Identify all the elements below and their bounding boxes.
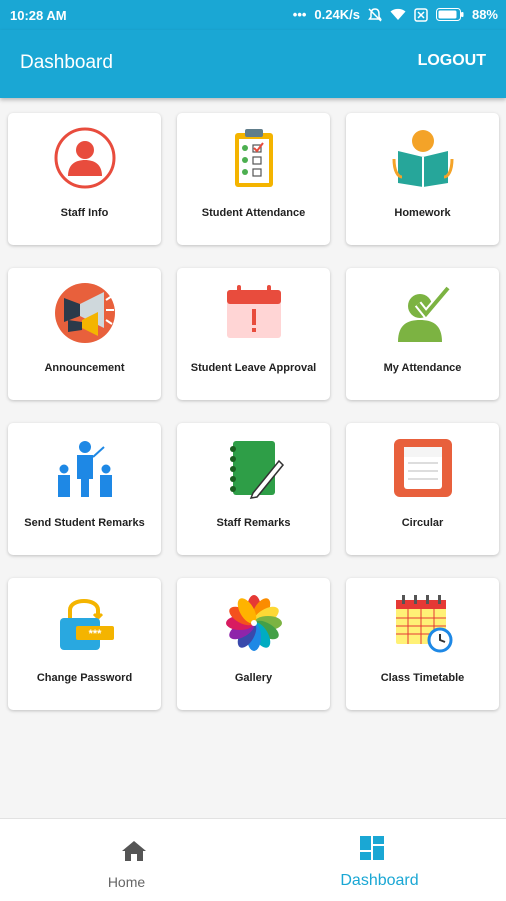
tile-student-leave-approval[interactable]: Student Leave Approval (177, 268, 330, 400)
calendar-alert-icon (227, 285, 281, 338)
dashboard-icon (360, 836, 384, 860)
tile-student-attendance[interactable]: Student Attendance (177, 113, 330, 245)
user-check-icon (398, 285, 452, 342)
staff-info-icon (54, 127, 116, 189)
tile-label: Circular (401, 517, 444, 529)
tile-staff-info[interactable]: Staff Info (8, 113, 161, 245)
tile-gallery[interactable]: Gallery (177, 578, 330, 710)
sim-off-icon (414, 7, 428, 22)
app-bar: Dashboard LOGOUT (0, 30, 506, 98)
tile-label: Class Timetable (380, 672, 465, 684)
tile-change-password[interactable]: *** Change Password (8, 578, 161, 710)
mute-bell-icon (367, 7, 382, 22)
tile-label: Student Leave Approval (190, 362, 317, 374)
tile-label: Homework (394, 207, 451, 219)
tile-label: Announcement (44, 362, 125, 374)
status-time: 10:28 AM (10, 8, 67, 23)
password-lock-icon: *** (60, 599, 114, 650)
battery-level: 88% (471, 7, 498, 22)
tile-homework[interactable]: Homework (346, 113, 499, 245)
tile-my-attendance[interactable]: My Attendance (346, 268, 499, 400)
tile-class-timetable[interactable]: Class Timetable (346, 578, 499, 710)
nav-home-label: Home (107, 874, 146, 890)
battery-icon (435, 8, 464, 21)
page-title: Dashboard (20, 52, 113, 73)
nav-home[interactable]: Home (0, 819, 253, 901)
network-speed: 0.24K/s (314, 7, 360, 22)
tile-label: Gallery (234, 672, 273, 684)
teacher-students-icon (58, 441, 112, 497)
timetable-calendar-icon (396, 595, 453, 653)
tile-label: Student Attendance (201, 207, 306, 219)
bottom-navigation: Home Dashboard (0, 818, 506, 901)
svg-text:***: *** (89, 628, 103, 640)
tile-send-student-remarks[interactable]: Send Student Remarks (8, 423, 161, 555)
circular-notepad-icon (394, 439, 452, 497)
nav-dashboard[interactable]: Dashboard (253, 819, 506, 901)
status-bar: 10:28 AM ••• 0.24K/s 88% (0, 0, 506, 30)
wifi-icon (390, 8, 406, 20)
attendance-clipboard-icon (235, 129, 273, 187)
tile-announcement[interactable]: Announcement (8, 268, 161, 400)
tile-circular[interactable]: Circular (346, 423, 499, 555)
tile-staff-remarks[interactable]: Staff Remarks (177, 423, 330, 555)
tile-label: Staff Remarks (216, 517, 291, 529)
homework-book-icon (392, 130, 454, 187)
tile-label: Staff Info (60, 207, 109, 219)
logout-button[interactable]: LOGOUT (418, 52, 486, 70)
tile-label: Send Student Remarks (24, 517, 145, 529)
tile-label: Change Password (36, 672, 133, 684)
home-icon (122, 841, 146, 861)
megaphone-icon (55, 283, 115, 343)
status-dots: ••• (292, 7, 307, 22)
notebook-pen-icon (230, 441, 285, 499)
gallery-flower-icon (226, 595, 282, 651)
tile-label: My Attendance (383, 362, 462, 374)
nav-dashboard-label: Dashboard (340, 872, 419, 889)
